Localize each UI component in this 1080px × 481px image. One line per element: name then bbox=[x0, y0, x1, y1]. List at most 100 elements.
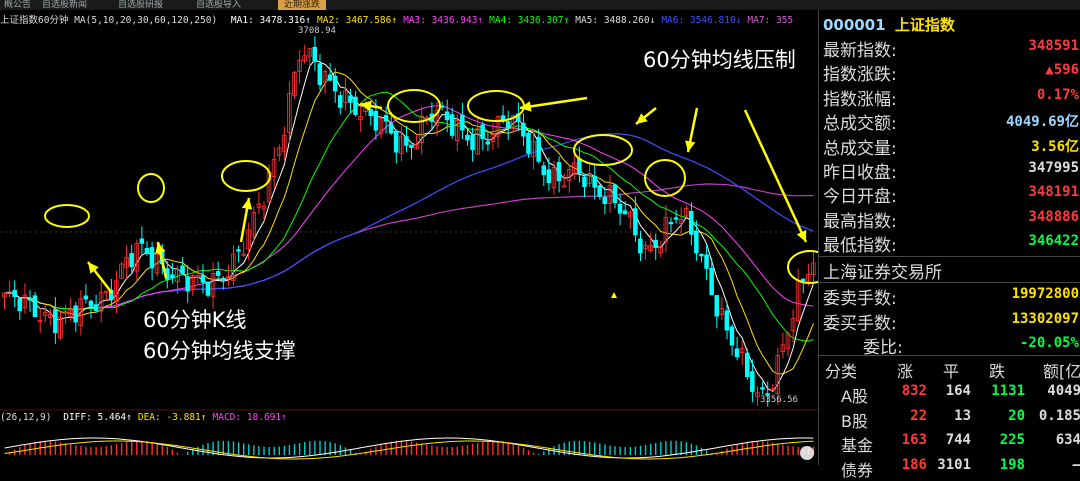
ma-legend-item: MA4: 3436.307↑ bbox=[489, 15, 570, 26]
candle-body bbox=[144, 247, 150, 253]
stat-label: 昨日收盘: bbox=[823, 163, 897, 183]
table-cell: 1131 bbox=[991, 383, 1025, 399]
stat-value: 3.56亿 bbox=[1031, 138, 1079, 155]
candle-body bbox=[633, 208, 638, 236]
candle-body bbox=[373, 110, 379, 131]
macd-dea-line bbox=[4, 440, 814, 460]
candle-body bbox=[353, 96, 358, 115]
candle-body bbox=[760, 387, 765, 390]
candle-body bbox=[597, 185, 602, 197]
candle-body bbox=[622, 210, 628, 215]
macd-legend: (26,12,9) DIFF: 5.464↑ DEA: -3.881↑ MACD: … bbox=[0, 412, 293, 426]
stat-row: 最新指数: 348591 bbox=[823, 36, 1079, 61]
wechat-watermark-icon bbox=[800, 446, 814, 460]
index-code: 000001 bbox=[823, 16, 886, 34]
candle-body bbox=[704, 254, 709, 269]
candle-body bbox=[236, 249, 241, 252]
candle-body bbox=[185, 276, 190, 292]
candle-body bbox=[734, 348, 740, 358]
table-category: 基金 bbox=[841, 436, 874, 455]
tab-4[interactable]: 近期涨跌 bbox=[278, 0, 327, 10]
small-marker bbox=[611, 292, 617, 298]
stat-label: 最高指数: bbox=[823, 211, 897, 232]
tab-2[interactable]: 自选股研报 bbox=[118, 0, 163, 10]
candle-body bbox=[465, 134, 470, 141]
candle-body bbox=[638, 238, 643, 254]
candle-body bbox=[83, 295, 89, 300]
candle-body bbox=[724, 310, 730, 331]
kline-chart-area[interactable]: 上证指数60分钟 MA(5,10,20,30,60,120,250) MA1: … bbox=[0, 10, 818, 465]
candle-body bbox=[332, 75, 338, 92]
candle-body bbox=[582, 176, 587, 188]
stat-row: 总成交额: 4049.69亿 bbox=[823, 109, 1079, 135]
chart-name: 上证指数60分钟 bbox=[0, 15, 69, 26]
annotation-arrowhead bbox=[685, 140, 696, 152]
candle-body bbox=[750, 371, 755, 392]
kline-chart[interactable] bbox=[0, 10, 818, 465]
candle-body bbox=[714, 295, 720, 317]
stat-value: 348191 bbox=[1028, 184, 1079, 201]
candle-body bbox=[556, 162, 562, 182]
stat-value: 347995 bbox=[1028, 160, 1079, 176]
low-price-label: 3356.56 bbox=[760, 395, 798, 405]
candle-body bbox=[577, 158, 582, 174]
table-cell: 164 bbox=[945, 383, 971, 399]
index-header[interactable]: 000001 上证指数 bbox=[823, 14, 955, 35]
candle-body bbox=[689, 210, 694, 235]
annotation-ma-resistance: 60分钟均线压制 bbox=[643, 48, 796, 72]
stat-row: 今日开盘: 348191 bbox=[823, 182, 1079, 207]
ma-legend-item: MA3: 3436.943↑ bbox=[403, 15, 484, 26]
candle-body bbox=[32, 295, 38, 317]
highlight-ellipse bbox=[44, 204, 90, 228]
candle-body bbox=[215, 271, 221, 276]
candle-body bbox=[312, 47, 317, 63]
stat-label: 总成交量: bbox=[823, 138, 897, 159]
macd-params: (26,12,9) bbox=[0, 412, 52, 423]
stat-label: 指数涨跌: bbox=[823, 65, 897, 86]
table-category: A股 bbox=[841, 387, 868, 406]
table-header: 涨 bbox=[897, 362, 914, 381]
candle-body bbox=[220, 277, 226, 281]
table-cell: 832 bbox=[901, 383, 927, 399]
candle-body bbox=[404, 136, 409, 146]
stat-value: 0.17% bbox=[1036, 86, 1079, 103]
annotation-ma-support: 60分钟均线支撑 bbox=[143, 339, 296, 363]
candle-body bbox=[409, 144, 414, 148]
candle-body bbox=[745, 352, 750, 378]
table-cell: 13 bbox=[954, 407, 971, 424]
annotation-arrowhead bbox=[241, 198, 253, 210]
order-row: 委卖手数: 19972800 bbox=[823, 284, 1079, 309]
candle-body bbox=[17, 298, 22, 312]
candle-body bbox=[180, 265, 185, 275]
candle-body bbox=[653, 239, 658, 249]
candle-body bbox=[139, 238, 145, 244]
candle-body bbox=[149, 247, 155, 269]
stat-value: 348886 bbox=[1028, 208, 1079, 225]
table-category: B股 bbox=[841, 411, 868, 431]
highlight-ellipse bbox=[644, 159, 686, 197]
tab-0[interactable]: 概公告 bbox=[4, 0, 31, 10]
tab-1[interactable]: 自选股新闻 bbox=[42, 0, 87, 10]
candle-body bbox=[449, 114, 455, 136]
candle-body bbox=[526, 132, 531, 154]
tab-3[interactable]: 自选股导入 bbox=[196, 0, 241, 10]
order-row: 委比: -20.05% bbox=[823, 333, 1079, 358]
quote-info-panel: 000001 上证指数 最新指数: 348591 指数涨跌: ▲596 指数涨幅: 0.1… bbox=[818, 10, 1080, 480]
candle-body bbox=[617, 203, 623, 214]
top-tab-strip: 概公告 自选股新闻 自选股研报 自选股导入 近期涨跌 bbox=[0, 0, 1080, 10]
exchange-name: 上海证券交易所 bbox=[823, 263, 942, 283]
order-row: 委买手数: 13302097 bbox=[823, 309, 1079, 334]
candle-body bbox=[709, 267, 714, 295]
stat-row: 指数涨幅: 0.17% bbox=[823, 85, 1079, 110]
ma-legend-item: MA7: 355 bbox=[747, 15, 794, 26]
candle-body bbox=[592, 175, 597, 188]
candle-body bbox=[327, 74, 333, 81]
order-value: -20.05% bbox=[1019, 335, 1079, 351]
candle-body bbox=[170, 274, 175, 279]
candle-body bbox=[93, 304, 99, 311]
candle-body bbox=[694, 231, 699, 254]
stat-label: 总成交额: bbox=[823, 114, 897, 135]
table-header: 跌 bbox=[989, 362, 1006, 381]
candle-body bbox=[12, 289, 17, 297]
stat-row: 总成交量: 3.56亿 bbox=[823, 134, 1079, 159]
